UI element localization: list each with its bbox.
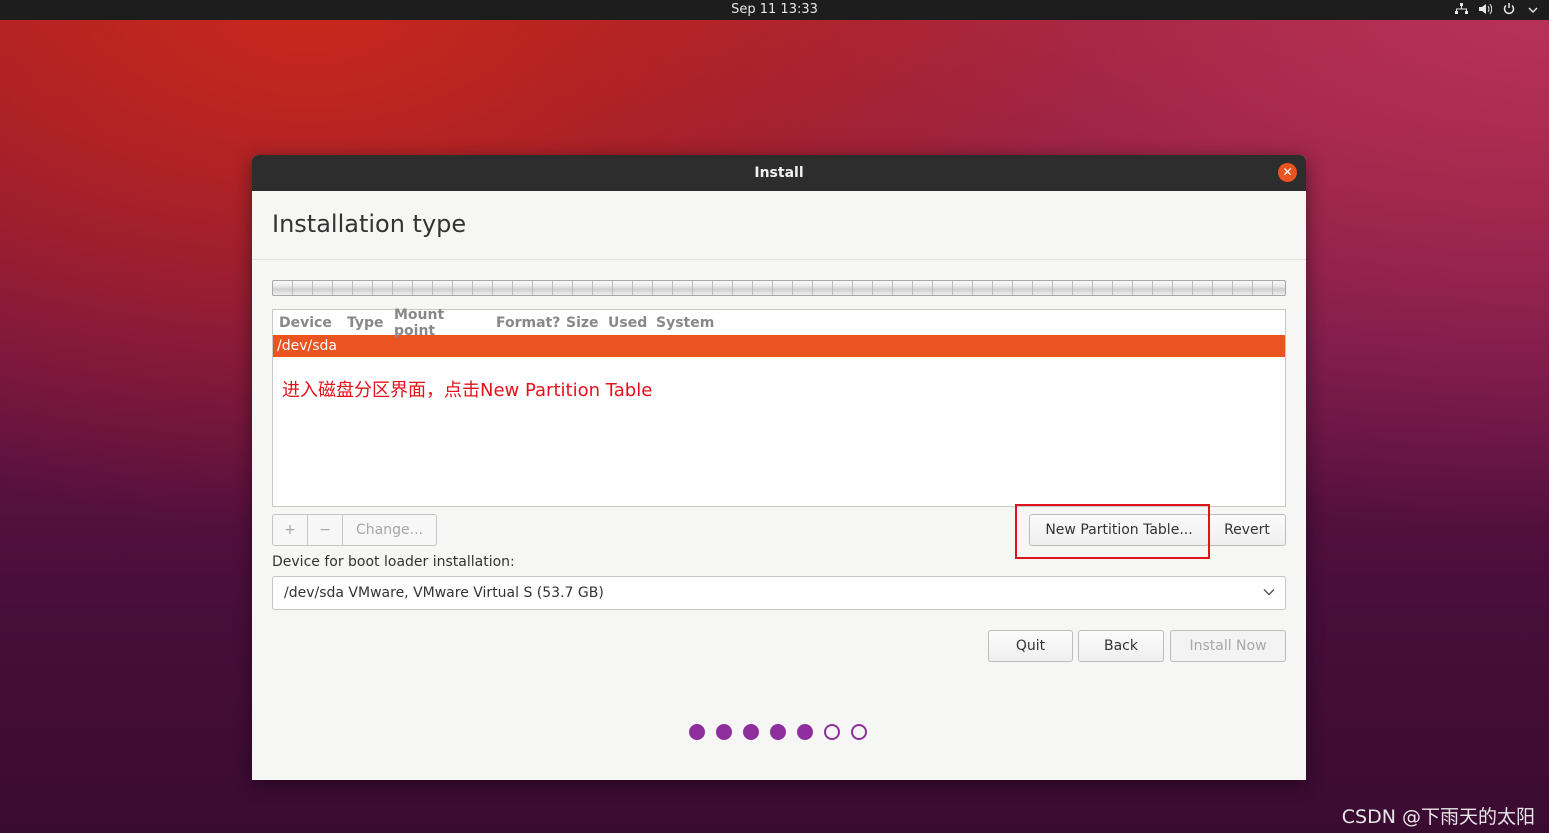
- progress-dot: [770, 724, 786, 740]
- chevron-down-icon: [1263, 577, 1275, 609]
- partition-tools: + − Change...: [272, 514, 437, 546]
- page-title: Installation type: [272, 210, 467, 238]
- divider: [252, 259, 1306, 260]
- watermark: CSDN @下雨天的太阳: [1341, 806, 1535, 828]
- progress-dot: [689, 724, 705, 740]
- new-partition-table-button[interactable]: New Partition Table...: [1029, 514, 1209, 546]
- partition-usage-bar: [272, 280, 1286, 296]
- boot-loader-selected-value: /dev/sda VMware, VMware Virtual S (53.7 …: [284, 585, 604, 601]
- window-title: Install: [754, 165, 804, 181]
- add-partition-button[interactable]: +: [273, 515, 308, 545]
- column-header-device[interactable]: Device: [273, 315, 341, 331]
- progress-dots: [689, 724, 867, 740]
- partition-table[interactable]: Device Type Mount point Format? Size Use…: [272, 307, 1286, 507]
- device-cell: /dev/sda: [277, 338, 337, 354]
- chevron-down-icon[interactable]: [1525, 3, 1541, 17]
- annotation-text: 进入磁盘分区界面，点击New Partition Table: [282, 380, 653, 401]
- revert-button[interactable]: Revert: [1209, 514, 1286, 546]
- top-panel: Sep 11 13:33: [0, 0, 1549, 20]
- progress-dot: [716, 724, 732, 740]
- network-icon[interactable]: [1453, 2, 1469, 18]
- column-header-mount-point[interactable]: Mount point: [388, 307, 490, 339]
- progress-dot: [797, 724, 813, 740]
- remove-partition-button[interactable]: −: [308, 515, 343, 545]
- boot-loader-select[interactable]: /dev/sda VMware, VMware Virtual S (53.7 …: [272, 576, 1286, 610]
- column-header-used[interactable]: Used: [602, 315, 650, 331]
- power-icon[interactable]: [1501, 2, 1517, 18]
- progress-dot: [824, 724, 840, 740]
- close-icon: ✕: [1282, 165, 1293, 179]
- clock[interactable]: Sep 11 13:33: [0, 0, 1549, 20]
- column-header-type[interactable]: Type: [341, 315, 388, 331]
- column-header-system[interactable]: System: [650, 315, 740, 331]
- quit-button[interactable]: Quit: [988, 630, 1073, 662]
- close-button[interactable]: ✕: [1278, 163, 1297, 182]
- volume-icon[interactable]: [1477, 3, 1493, 18]
- column-header-format[interactable]: Format?: [490, 315, 560, 331]
- back-button[interactable]: Back: [1078, 630, 1164, 662]
- install-now-button[interactable]: Install Now: [1170, 630, 1286, 662]
- change-partition-button[interactable]: Change...: [343, 515, 436, 545]
- system-tray[interactable]: [1453, 0, 1541, 20]
- progress-dot: [743, 724, 759, 740]
- progress-dot: [851, 724, 867, 740]
- install-window: Install ✕ Installation type Device Type …: [252, 155, 1306, 780]
- boot-loader-label: Device for boot loader installation:: [272, 554, 515, 570]
- window-titlebar[interactable]: Install ✕: [252, 155, 1306, 191]
- column-header-size[interactable]: Size: [560, 315, 602, 331]
- partition-table-header: Device Type Mount point Format? Size Use…: [273, 307, 1285, 339]
